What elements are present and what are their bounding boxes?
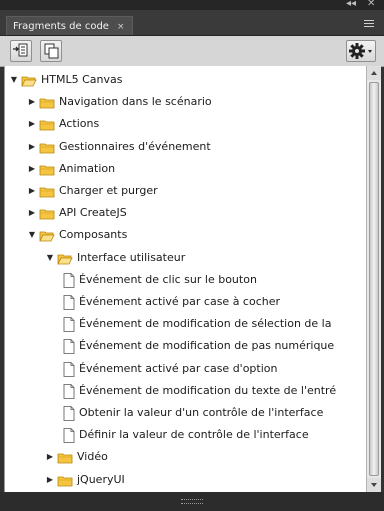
tree-folder-row[interactable]: ▶ jQueryUI xyxy=(5,470,365,490)
code-snippets-panel: ◂◂ ✕ Fragments de code × ▼ HTML5 Canvas … xyxy=(0,0,384,511)
collapsed-arrow-icon[interactable]: ▶ xyxy=(27,137,37,157)
collapsed-arrow-icon[interactable]: ▶ xyxy=(27,181,37,201)
tree-snippet-row[interactable]: Événement de modification de pas numériq… xyxy=(5,336,365,356)
tree-item-label: Charger et purger xyxy=(59,184,158,197)
chevron-up-icon xyxy=(371,71,377,75)
tree-item-label: Événement activé par case d'option xyxy=(79,361,278,375)
folder-icon xyxy=(39,187,55,198)
folder-icon xyxy=(39,165,55,176)
tree-item-label: Événement de modification du texte de l'… xyxy=(79,383,337,397)
resize-grip[interactable] xyxy=(181,499,203,504)
collapsed-arrow-icon[interactable]: ▶ xyxy=(27,203,37,223)
copy-code-icon xyxy=(44,43,59,59)
open-folder-icon xyxy=(21,76,37,87)
tree-folder-row[interactable]: ▶ Vidéo xyxy=(5,447,365,467)
folder-icon xyxy=(39,143,55,153)
collapsed-arrow-icon[interactable]: ▶ xyxy=(27,114,37,134)
tree-item-label: Vidéo xyxy=(77,450,108,464)
insert-code-button[interactable] xyxy=(10,40,32,62)
panel-title-strip: ◂◂ ✕ xyxy=(0,0,384,10)
folder-icon xyxy=(39,98,55,109)
gear-icon xyxy=(349,43,372,59)
expanded-arrow-icon[interactable]: ▼ xyxy=(45,248,55,268)
folder-icon xyxy=(39,120,55,131)
tree-item-label: Événement de clic sur le bouton xyxy=(79,272,257,286)
tab-close-icon[interactable]: × xyxy=(117,22,125,32)
tree-item-label: Événement activé par case à cocher xyxy=(79,295,281,308)
tree-folder-row[interactable]: ▶ Charger et purger xyxy=(5,181,365,201)
tree-item-label: API CreateJS xyxy=(59,206,127,220)
tree-folder-row[interactable]: ▶ Navigation dans le scénario xyxy=(5,92,365,112)
tree-folder-row[interactable]: ▼ Interface utilisateur xyxy=(5,248,365,268)
expanded-arrow-icon[interactable]: ▼ xyxy=(9,70,19,90)
collapsed-arrow-icon[interactable]: ▶ xyxy=(27,159,37,179)
open-folder-icon xyxy=(57,254,73,264)
snippet-file-icon xyxy=(63,383,75,399)
snippet-file-icon xyxy=(63,295,75,310)
tree-folder-row[interactable]: ▶ API CreateJS xyxy=(5,203,365,223)
tree-item-label: Définir la valeur de contrôle de l'inter… xyxy=(79,428,309,442)
scroll-up-button[interactable] xyxy=(367,66,381,80)
snippets-toolbar xyxy=(0,36,384,67)
snippet-file-icon xyxy=(63,272,75,288)
snippet-file-icon xyxy=(63,339,75,355)
panel-tab-bar: Fragments de code × xyxy=(0,10,384,36)
folder-icon xyxy=(57,476,73,486)
tree-snippet-row[interactable]: Événement activé par case d'option xyxy=(5,359,365,379)
tree-folder-row[interactable]: ▶ Animation xyxy=(5,159,365,179)
tree-folder-row[interactable]: ▼ Composants xyxy=(5,225,365,245)
collapsed-arrow-icon[interactable]: ▶ xyxy=(45,470,55,490)
panel-menu-icon[interactable] xyxy=(364,20,374,28)
snippets-tree: ▼ HTML5 Canvas ▶ Navigation dans le scénari… xyxy=(4,66,367,492)
chevron-down-icon xyxy=(371,483,377,487)
tree-folder-row[interactable]: ▼ HTML5 Canvas xyxy=(5,70,365,90)
tree-item-label: jQueryUI xyxy=(77,472,125,486)
snippet-file-icon xyxy=(63,361,75,377)
copy-code-button[interactable] xyxy=(40,40,62,62)
tree-item-label: Interface utilisateur xyxy=(77,250,186,264)
tab-label: Fragments de code xyxy=(13,21,109,32)
vertical-scrollbar[interactable] xyxy=(366,66,381,492)
snippet-file-icon xyxy=(63,406,75,421)
tree-item-label: Gestionnaires d'événement xyxy=(59,139,211,153)
collapsed-arrow-icon[interactable]: ▶ xyxy=(27,92,37,112)
tab-code-snippets[interactable]: Fragments de code × xyxy=(6,16,133,35)
tree-item-label: HTML5 Canvas xyxy=(41,73,123,86)
folder-icon xyxy=(57,453,73,464)
tree-item-label: Actions xyxy=(59,117,100,131)
snippet-file-icon xyxy=(63,428,75,444)
scrollbar-thumb[interactable] xyxy=(369,82,379,476)
tree-snippet-row[interactable]: Événement de clic sur le bouton xyxy=(5,270,365,290)
tree-item-label: Animation xyxy=(59,161,116,175)
tree-folder-row[interactable]: ▶ Gestionnaires d'événement xyxy=(5,137,365,157)
tree-snippet-row[interactable]: Événement de modification du texte de l'… xyxy=(5,381,365,401)
close-panel-button[interactable]: ✕ xyxy=(367,0,375,10)
tree-snippet-row[interactable]: Événement activé par case à cocher xyxy=(5,292,365,312)
tree-item-label: Événement de modification de pas numériq… xyxy=(79,339,335,353)
tree-snippet-row[interactable]: Définir la valeur de contrôle de l'inter… xyxy=(5,425,365,445)
options-menu-button[interactable] xyxy=(346,40,376,62)
tree-snippet-row[interactable]: Événement de modification de sélection d… xyxy=(5,314,365,334)
tree-item-label: Obtenir la valeur d'un contrôle de l'int… xyxy=(79,406,324,419)
tree-item-label: Composants xyxy=(59,228,128,242)
scroll-down-button[interactable] xyxy=(367,478,381,492)
collapse-panel-button[interactable]: ◂◂ xyxy=(346,0,356,10)
open-folder-icon xyxy=(39,231,55,242)
tree-folder-row[interactable]: ▶ Actions xyxy=(5,114,365,134)
chevron-down-icon xyxy=(368,50,372,53)
tree-snippet-row[interactable]: Obtenir la valeur d'un contrôle de l'int… xyxy=(5,403,365,423)
insert-code-icon xyxy=(13,43,28,57)
tree-item-label: Événement de modification de sélection d… xyxy=(79,317,332,331)
collapsed-arrow-icon[interactable]: ▶ xyxy=(45,447,55,467)
tree-item-label: Navigation dans le scénario xyxy=(59,95,212,109)
panel-bottom-bar xyxy=(0,492,384,511)
expanded-arrow-icon[interactable]: ▼ xyxy=(27,225,37,245)
folder-icon xyxy=(39,209,55,220)
snippet-file-icon xyxy=(63,317,75,333)
